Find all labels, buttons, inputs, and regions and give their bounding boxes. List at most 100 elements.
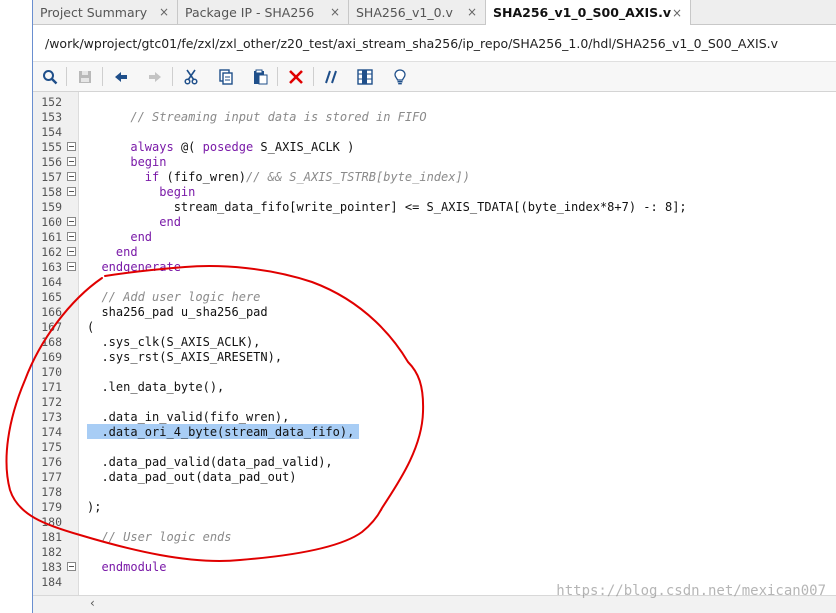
code-line[interactable]: 162 end xyxy=(33,244,836,259)
fold-toggle-icon[interactable] xyxy=(67,562,76,571)
line-number: 153 xyxy=(41,110,62,124)
line-number: 179 xyxy=(41,500,62,514)
tab-close-icon[interactable]: × xyxy=(159,5,169,19)
copy-icon[interactable] xyxy=(215,66,237,88)
code-line[interactable]: 170 xyxy=(33,364,836,379)
code-text: .sys_rst(S_AXIS_ARESETN), xyxy=(87,350,283,364)
undo-icon[interactable] xyxy=(110,66,132,88)
search-icon[interactable] xyxy=(39,66,61,88)
line-number: 167 xyxy=(41,320,62,334)
save-icon[interactable] xyxy=(74,66,96,88)
code-line[interactable]: 173 .data_in_valid(fifo_wren), xyxy=(33,409,836,424)
code-line[interactable]: 154 xyxy=(33,124,836,139)
line-number: 178 xyxy=(41,485,62,499)
code-line[interactable]: 152 xyxy=(33,94,836,109)
fold-toggle-icon[interactable] xyxy=(67,157,76,166)
code-line[interactable]: 153 // Streaming input data is stored in… xyxy=(33,109,836,124)
code-text: .data_ori_4_byte(stream_data_fifo), xyxy=(87,425,355,439)
tab-close-icon[interactable]: × xyxy=(330,5,340,19)
code-line[interactable]: 163 endgenerate xyxy=(33,259,836,274)
fold-toggle-icon[interactable] xyxy=(67,262,76,271)
code-text: .data_pad_out(data_pad_out) xyxy=(87,470,297,484)
code-line[interactable]: 176 .data_pad_valid(data_pad_valid), xyxy=(33,454,836,469)
line-number: 159 xyxy=(41,200,62,214)
code-text: end xyxy=(130,230,153,244)
column-mode-icon[interactable] xyxy=(354,66,376,88)
code-line[interactable]: 164 xyxy=(33,274,836,289)
line-number: 175 xyxy=(41,440,62,454)
cut-icon[interactable] xyxy=(180,66,202,88)
code-text: end xyxy=(115,245,138,259)
tab-package-ip[interactable]: Package IP - SHA256 × xyxy=(178,0,349,24)
code-line[interactable]: 161 end xyxy=(33,229,836,244)
code-text: ( xyxy=(87,320,95,334)
code-text: always @( posedge S_AXIS_ACLK ) xyxy=(130,140,355,154)
file-path: /work/wproject/gtc01/fe/zxl/zxl_other/z2… xyxy=(45,36,779,51)
code-text: if (fifo_wren)// && S_AXIS_TSTRB[byte_in… xyxy=(144,170,470,184)
code-line[interactable]: 183 endmodule xyxy=(33,559,836,574)
line-number: 162 xyxy=(41,245,62,259)
tab-close-icon[interactable]: × xyxy=(672,6,682,20)
tab-sha256-v1-0[interactable]: SHA256_v1_0.v × xyxy=(349,0,486,24)
lightbulb-icon[interactable] xyxy=(389,66,411,88)
tab-close-icon[interactable]: × xyxy=(467,5,477,19)
line-number: 171 xyxy=(41,380,62,394)
code-line[interactable]: 181 // User logic ends xyxy=(33,529,836,544)
code-text: // Add user logic here xyxy=(101,290,261,304)
code-editor[interactable]: 152 153 // Streaming input data is stored… xyxy=(33,92,836,595)
line-number: 155 xyxy=(41,140,62,154)
redo-icon[interactable] xyxy=(144,66,166,88)
line-number: 176 xyxy=(41,455,62,469)
code-line[interactable]: 155 always @( posedge S_AXIS_ACLK ) xyxy=(33,139,836,154)
code-line[interactable]: 178 xyxy=(33,484,836,499)
code-line[interactable]: 175 xyxy=(33,439,836,454)
delete-icon[interactable] xyxy=(285,66,307,88)
code-line[interactable]: 172 xyxy=(33,394,836,409)
code-line[interactable]: 160 end xyxy=(33,214,836,229)
line-number: 183 xyxy=(41,560,62,574)
fold-toggle-icon[interactable] xyxy=(67,172,76,181)
code-line[interactable]: 171 .len_data_byte(), xyxy=(33,379,836,394)
code-text: .sys_clk(S_AXIS_ACLK), xyxy=(87,335,261,349)
fold-toggle-icon[interactable] xyxy=(67,217,76,226)
fold-toggle-icon[interactable] xyxy=(67,232,76,241)
code-line[interactable]: 168 .sys_clk(S_AXIS_ACLK), xyxy=(33,334,836,349)
fold-toggle-icon[interactable] xyxy=(67,247,76,256)
code-text: .len_data_byte(), xyxy=(87,380,225,394)
code-text: ); xyxy=(87,500,102,514)
code-text: .data_pad_valid(data_pad_valid), xyxy=(87,455,333,469)
code-line[interactable]: 182 xyxy=(33,544,836,559)
line-number: 160 xyxy=(41,215,62,229)
code-line[interactable]: 177 .data_pad_out(data_pad_out) xyxy=(33,469,836,484)
line-number: 181 xyxy=(41,530,62,544)
fold-toggle-icon[interactable] xyxy=(67,142,76,151)
code-line[interactable]: 157 if (fifo_wren)// && S_AXIS_TSTRB[byt… xyxy=(33,169,836,184)
code-text: stream_data_fifo[write_pointer] <= S_AXI… xyxy=(87,200,687,214)
code-line[interactable]: 156 begin xyxy=(33,154,836,169)
comment-icon[interactable] xyxy=(320,66,342,88)
scroll-left-icon[interactable]: ‹ xyxy=(90,596,95,610)
code-line[interactable]: 179); xyxy=(33,499,836,514)
line-number: 170 xyxy=(41,365,62,379)
line-number: 166 xyxy=(41,305,62,319)
code-text: sha256_pad u_sha256_pad xyxy=(87,305,268,319)
line-number: 182 xyxy=(41,545,62,559)
code-line[interactable]: 167 ( xyxy=(33,319,836,334)
code-text: begin xyxy=(130,155,167,169)
code-line[interactable]: 180 xyxy=(33,514,836,529)
code-line[interactable]: 165 // Add user logic here xyxy=(33,289,836,304)
paste-icon[interactable] xyxy=(249,66,271,88)
tab-bar: Project Summary × Package IP - SHA256 × … xyxy=(33,0,836,25)
code-text: endmodule xyxy=(101,560,167,574)
code-line[interactable]: 158 begin xyxy=(33,184,836,199)
toolbar-separator xyxy=(313,67,314,86)
fold-toggle-icon[interactable] xyxy=(67,187,76,196)
tab-sha256-s00-axis[interactable]: SHA256_v1_0_S00_AXIS.v × xyxy=(486,0,691,25)
ide-window: Project Summary × Package IP - SHA256 × … xyxy=(0,0,836,613)
editor-toolbar xyxy=(33,62,836,92)
code-line[interactable]: 174 .data_ori_4_byte(stream_data_fifo), xyxy=(33,424,836,439)
code-line[interactable]: 169 .sys_rst(S_AXIS_ARESETN), xyxy=(33,349,836,364)
tab-project-summary[interactable]: Project Summary × xyxy=(33,0,178,24)
code-line[interactable]: 166 sha256_pad u_sha256_pad xyxy=(33,304,836,319)
code-line[interactable]: 159 stream_data_fifo[write_pointer] <= S… xyxy=(33,199,836,214)
